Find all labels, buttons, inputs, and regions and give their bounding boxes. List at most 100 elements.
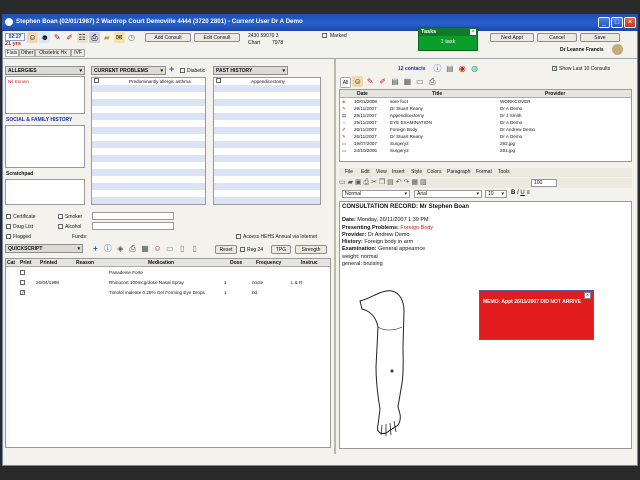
minimize-button[interactable]: _ <box>598 17 610 28</box>
col-printed[interactable]: Printed <box>40 259 57 267</box>
copy-icon[interactable]: ❐ <box>379 179 385 186</box>
filter-tab-7[interactable]: ⎙ <box>427 76 438 87</box>
consult-row[interactable]: ☺ 29/11/2007 EYE EXAMINATION Dr A Demo <box>340 119 631 126</box>
bold-button[interactable]: B <box>511 190 515 196</box>
col-instructions[interactable]: Instruc <box>301 259 318 267</box>
col-frequency[interactable]: Frequency <box>256 259 281 267</box>
font-select[interactable]: Arial <box>414 190 482 198</box>
col-title[interactable]: Title <box>432 90 442 98</box>
menu-insert[interactable]: Insert <box>392 169 405 175</box>
problem-checkbox[interactable] <box>94 78 99 83</box>
allergies-panel[interactable]: Nil Known <box>5 76 85 114</box>
clock-icon[interactable]: ◷ <box>126 32 137 43</box>
current-problems-dropdown[interactable]: CURRENT PROBLEMS <box>91 66 166 75</box>
show-last-checkbox[interactable]: ✓ <box>552 66 557 72</box>
maximize-button[interactable]: □ <box>611 17 623 28</box>
size-select[interactable]: 10 <box>485 190 507 198</box>
printer-icon[interactable]: ⎙ <box>127 243 138 254</box>
person-icon[interactable]: ☺ <box>152 243 163 254</box>
doc2-icon[interactable]: ▯ <box>177 243 188 254</box>
memo-popup[interactable]: MEMO: Appt 26/11/2007 DID NOT ARRIVE × <box>479 290 594 340</box>
consult-row[interactable]: ▭ 24/10/2005 Surgery2 291.jpg <box>340 147 631 154</box>
alcohol-field[interactable] <box>92 222 174 230</box>
tab-other[interactable]: Other <box>19 49 35 57</box>
print-checkbox[interactable] <box>20 270 25 275</box>
add-med-icon[interactable]: + <box>90 243 101 254</box>
pill-icon[interactable]: ◈ <box>115 243 126 254</box>
filter-tab-5[interactable]: ▦ <box>402 76 413 87</box>
past-history-dropdown[interactable]: PAST HISTORY <box>213 66 288 75</box>
medication-row[interactable]: Panadeine Forte <box>6 269 330 276</box>
pdf-icon[interactable]: ◉ <box>457 63 468 74</box>
tab-obstetric-hx[interactable]: Obstetric Hx <box>35 49 71 57</box>
consult-row[interactable]: ✎ 29/11/2007 Dr Stuart Reany Dr A Demo <box>340 105 631 112</box>
script-icon[interactable]: ☷ <box>76 32 88 43</box>
pen-red-icon[interactable]: ✐ <box>64 32 75 43</box>
smoker-checkbox[interactable] <box>58 214 63 219</box>
menu-format[interactable]: Format <box>476 169 492 175</box>
col-date[interactable]: Date <box>357 90 368 98</box>
cancel-button[interactable]: Cancel <box>537 33 577 42</box>
col-print[interactable]: Print <box>20 259 31 267</box>
quickscript-dropdown[interactable]: QUICKSCRIPT <box>5 244 83 253</box>
tab-flats[interactable]: Flats <box>5 49 19 57</box>
current-problems-list[interactable]: Predominantly allergic asthma <box>91 77 206 205</box>
certificate-checkbox[interactable] <box>6 214 11 219</box>
family-icon[interactable]: ☻ <box>39 32 51 43</box>
col-provider[interactable]: Provider <box>545 90 565 98</box>
menu-style[interactable]: Style <box>411 169 422 175</box>
filter-all-tab[interactable]: All <box>340 77 351 88</box>
filter-tab-6[interactable]: ▭ <box>414 76 425 87</box>
print-icon[interactable]: ⎙ <box>88 32 100 43</box>
add-problem-icon[interactable]: + <box>169 65 178 74</box>
edit-consult-button[interactable]: Edit Consult <box>194 33 240 42</box>
tab-ivf[interactable]: IVF <box>71 49 85 57</box>
tpg-button[interactable]: TPG <box>271 245 291 254</box>
patient-icon[interactable]: ☺ <box>27 32 38 43</box>
col-dose[interactable]: Dose <box>230 259 242 267</box>
image-icon[interactable]: ▨ <box>420 179 427 186</box>
reset-button[interactable]: Reset <box>215 245 237 254</box>
web-icon[interactable]: ◍ <box>469 63 480 74</box>
new-icon[interactable]: ▭ <box>339 179 346 186</box>
memo-close-icon[interactable]: × <box>584 292 591 299</box>
medication-row[interactable]: 26/04/1998 Rhinocort 100mcg/dose Nasal S… <box>6 279 330 286</box>
col-cat[interactable]: Cat <box>7 259 15 267</box>
tasks-widget[interactable]: Tasks 1 task × <box>418 27 478 51</box>
note-icon[interactable]: ▤ <box>444 63 455 74</box>
marked-checkbox[interactable] <box>322 33 327 38</box>
social-history-panel[interactable] <box>5 125 85 168</box>
folder-icon[interactable]: ▰ <box>101 32 112 43</box>
tasks-close-icon[interactable]: × <box>470 29 476 35</box>
print-icon[interactable]: ⎙ <box>364 179 370 186</box>
close-button[interactable]: × <box>624 17 636 28</box>
filter-tab-3[interactable]: ✐ <box>377 76 388 87</box>
consult-row[interactable]: ✎ 26/11/2007 Dr Stuart Reany Dr A Demo <box>340 133 631 140</box>
filter-tab-2[interactable]: ✎ <box>365 76 376 87</box>
save-icon[interactable]: ▣ <box>355 179 362 186</box>
past-history-list[interactable]: Appendicectomy <box>213 77 321 205</box>
redo-icon[interactable]: ↷ <box>404 179 410 186</box>
menu-paragraph[interactable]: Paragraph <box>447 169 470 175</box>
undo-icon[interactable]: ↶ <box>396 179 402 186</box>
cut-icon[interactable]: ✂ <box>371 179 377 186</box>
access-hehs-checkbox[interactable] <box>236 234 241 239</box>
italic-button[interactable]: I <box>517 190 519 196</box>
style-select[interactable]: Normal <box>342 190 410 198</box>
next-appt-button[interactable]: Next Appt <box>490 33 534 42</box>
paste-icon[interactable]: ▤ <box>387 179 394 186</box>
save-button[interactable]: Save <box>580 33 620 42</box>
allergies-dropdown[interactable]: ALLERGIES <box>5 66 85 75</box>
medication-row[interactable]: ✓ Timolol maleate 0.25% Gel Forming Eye … <box>6 289 330 296</box>
info-icon[interactable]: ⓘ <box>102 243 113 254</box>
menu-tools[interactable]: Tools <box>498 169 510 175</box>
contact-icon[interactable]: ✉ <box>113 32 125 43</box>
print-checkbox[interactable] <box>20 280 25 285</box>
menu-view[interactable]: View <box>376 169 387 175</box>
consult-row[interactable]: ◆ 10/01/2008 sore foot WORKCOVER <box>340 98 631 105</box>
col-medication[interactable]: Medication <box>148 259 174 267</box>
add-consult-button[interactable]: Add Consult <box>145 33 191 42</box>
scratchpad-panel[interactable] <box>5 179 85 205</box>
table-icon[interactable]: ▦ <box>411 179 418 186</box>
drug-list-checkbox[interactable] <box>6 224 11 229</box>
